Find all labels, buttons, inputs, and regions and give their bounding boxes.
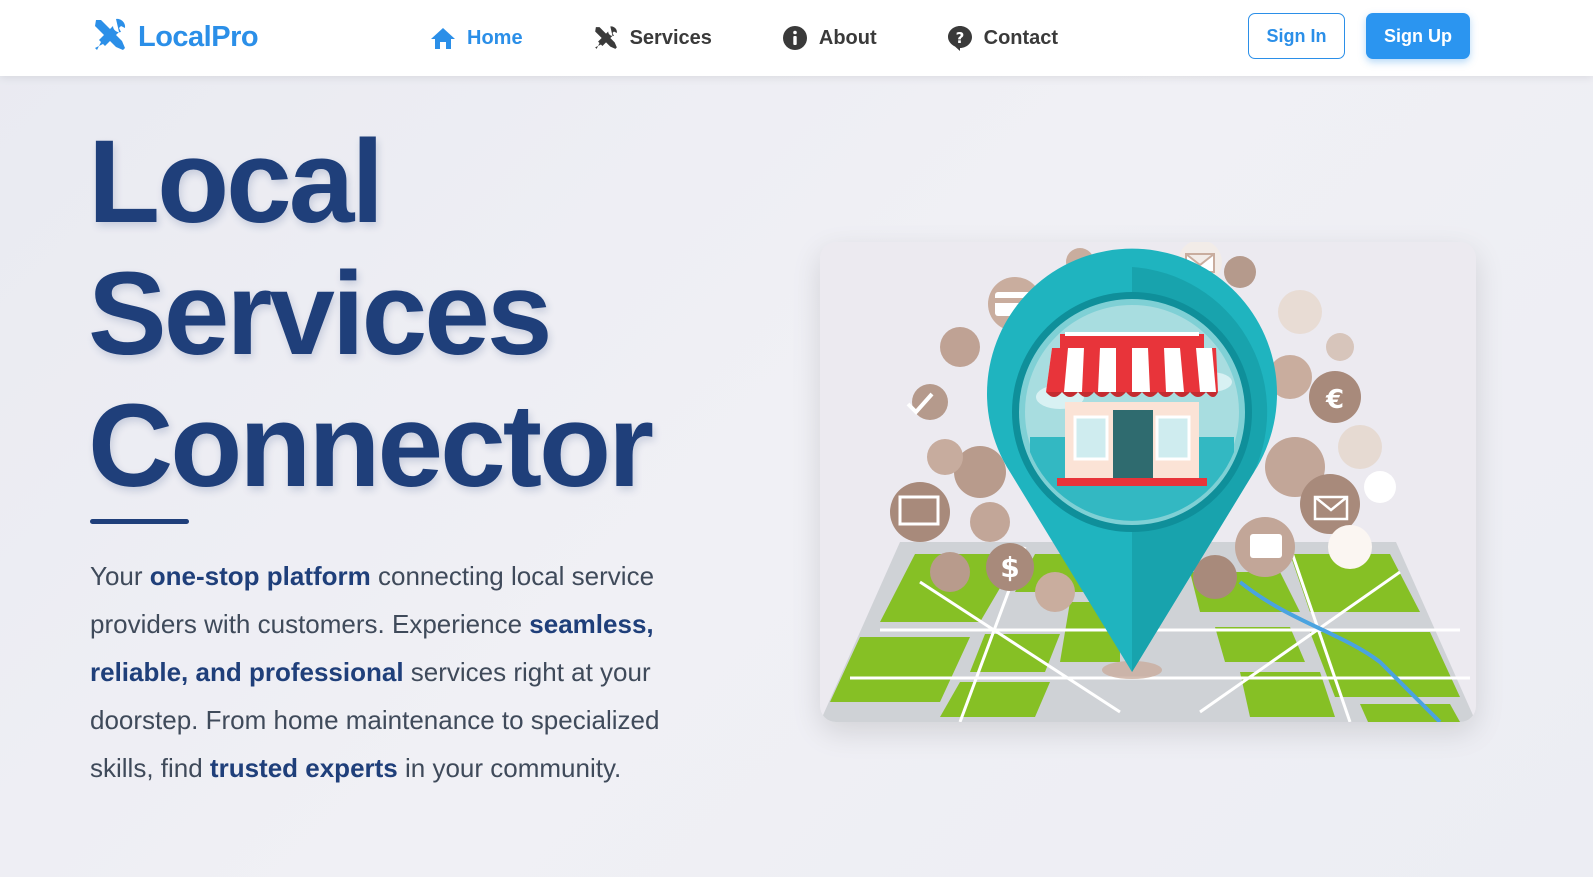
sign-up-button[interactable]: Sign Up: [1366, 13, 1470, 59]
local-store-map-illustration: $ €: [820, 242, 1476, 722]
brand-logo-link[interactable]: LocalPro: [92, 17, 259, 58]
sign-in-button[interactable]: Sign In: [1248, 13, 1345, 59]
nav-contact-label: Contact: [983, 26, 1059, 49]
nav-about-label: About: [818, 26, 877, 49]
hero-title-line: Connector: [88, 380, 654, 512]
svg-text:€: €: [1325, 385, 1344, 415]
nav-home[interactable]: Home: [430, 26, 523, 50]
tools-icon: [593, 25, 619, 51]
hero-description: Your one-stop platform connecting local …: [90, 552, 730, 792]
desc-segment: Your: [90, 561, 150, 591]
title-underline-divider: [90, 519, 189, 524]
desc-highlight: one-stop platform: [149, 561, 371, 591]
nav-services[interactable]: Services: [593, 25, 712, 51]
nav-home-label: Home: [467, 26, 523, 49]
svg-text:?: ?: [955, 29, 964, 47]
nav-services-label: Services: [629, 26, 712, 49]
nav-about[interactable]: About: [782, 25, 877, 51]
desc-segment: in your community.: [397, 753, 622, 783]
question-icon: ?: [947, 25, 973, 51]
info-icon: [782, 25, 808, 51]
storefront-graphic: [1046, 332, 1218, 486]
desc-highlight: trusted experts: [209, 753, 398, 783]
top-navbar: LocalPro Home Services About ? Contact S…: [0, 0, 1593, 76]
hero-title-line: Local: [88, 116, 384, 248]
hero-illustration-card: $ €: [820, 242, 1476, 722]
brand-name: LocalPro: [138, 20, 259, 53]
tools-icon: [92, 17, 128, 58]
hero-title: Local Services Connector: [88, 116, 654, 512]
hero-title-line: Services: [88, 248, 553, 380]
home-icon: [430, 26, 456, 50]
svg-text:$: $: [1000, 551, 1019, 584]
nav-contact[interactable]: ? Contact: [947, 25, 1058, 51]
main-nav: Home Services About ? Contact: [430, 18, 1128, 58]
